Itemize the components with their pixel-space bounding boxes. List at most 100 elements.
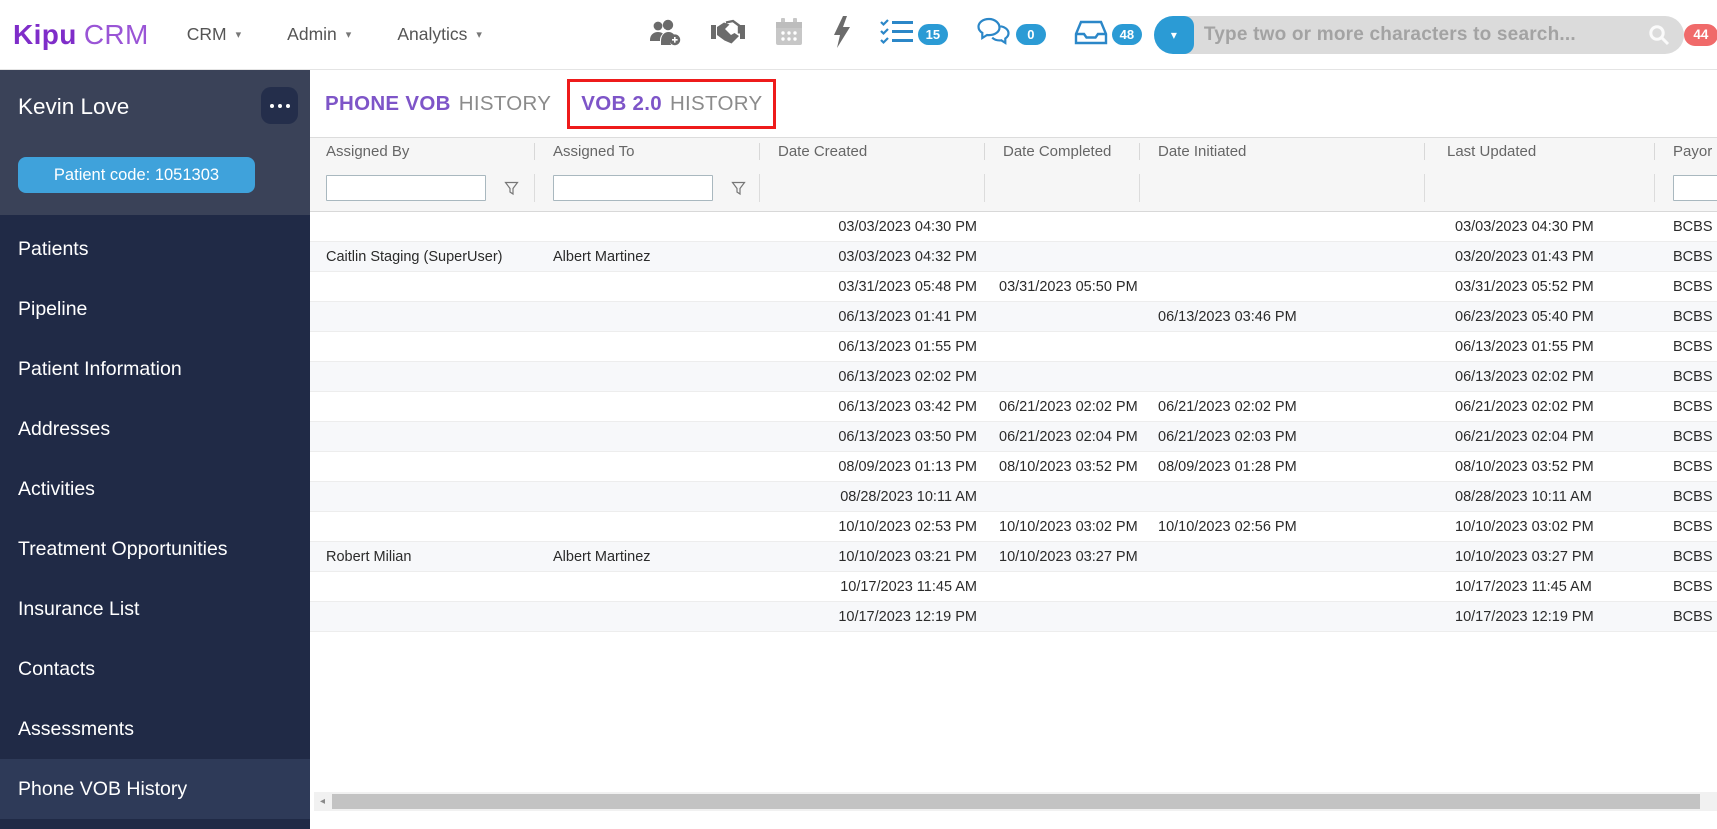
tasks-checklist-icon (880, 18, 914, 51)
topbar-menus: CRM ▾ Admin ▾ Analytics ▾ (187, 24, 528, 45)
table-row[interactable]: 06/13/2023 03:42 PM 06/21/2023 02:02 PM 06… (310, 392, 1717, 422)
filter-cell-payor (1655, 165, 1717, 211)
table-cell: 06/13/2023 03:46 PM (1158, 308, 1297, 325)
topbar-menu-crm[interactable]: CRM ▾ (187, 24, 241, 45)
table-row[interactable]: 08/09/2023 01:13 PM 08/10/2023 03:52 PM 08… (310, 452, 1717, 482)
search-scope-dropdown[interactable]: ▾ (1153, 15, 1194, 54)
search-input[interactable]: Type two or more characters to search... (1161, 15, 1684, 54)
column-header-last-updated[interactable]: Last Updated (1425, 138, 1655, 165)
table-cell: BCBS F (1673, 398, 1717, 415)
column-header-date-initiated[interactable]: Date Initiated (1140, 138, 1425, 165)
calendar-button[interactable] (774, 17, 804, 52)
inbox-button[interactable]: 48 (1074, 18, 1142, 51)
inbox-badge: 48 (1111, 24, 1142, 45)
sidebar-item-activities[interactable]: Activities (0, 459, 310, 519)
lightning-icon (832, 16, 852, 53)
filter-input-payor[interactable] (1673, 175, 1717, 201)
table-row[interactable]: 10/10/2023 02:53 PM 10/10/2023 03:02 PM 10… (310, 512, 1717, 542)
tasks-button[interactable]: 15 (880, 18, 948, 51)
scrollbar-thumb[interactable] (332, 794, 1700, 809)
table-row[interactable]: Robert Milian Albert Martinez 10/10/2023 0… (310, 542, 1717, 572)
sidebar-item-patients[interactable]: Patients (0, 219, 310, 279)
table-cell: 06/21/2023 02:03 PM (1158, 428, 1297, 445)
table-row[interactable]: 06/13/2023 02:02 PM 06/13/2023 02:02 PM BC… (310, 362, 1717, 392)
topbar-menu-admin[interactable]: Admin ▾ (287, 24, 351, 45)
table-cell: 10/10/2023 03:27 PM (1455, 548, 1594, 565)
table-cell: 10/10/2023 03:02 PM (1455, 518, 1594, 535)
filter-cell-assigned-to (535, 165, 760, 211)
table-row[interactable]: 03/31/2023 05:48 PM 03/31/2023 05:50 PM 03… (310, 272, 1717, 302)
table-cell: 10/10/2023 02:53 PM (838, 518, 977, 535)
table-cell: BCBS F (1673, 608, 1717, 625)
table-cell: BCBS F (1673, 428, 1717, 445)
column-header-payor[interactable]: Payor (1655, 138, 1717, 165)
filter-cell-date-initiated (1140, 165, 1425, 211)
table-cell: 08/28/2023 10:11 AM (840, 488, 977, 505)
filter-input-assigned-by[interactable] (326, 175, 486, 201)
sidebar-item-insurance-list[interactable]: Insurance List (0, 579, 310, 639)
app-logo[interactable]: Kipu CRM (13, 19, 149, 51)
horizontal-scrollbar[interactable]: ◂ (314, 792, 1717, 811)
table-cell: Albert Martinez (553, 248, 651, 265)
table-cell: 10/10/2023 03:02 PM (999, 518, 1138, 535)
calendar-icon (774, 17, 804, 52)
scroll-left-arrow-icon[interactable]: ◂ (314, 792, 331, 811)
table-row[interactable]: 08/28/2023 10:11 AM 08/28/2023 10:11 AM BC… (310, 482, 1717, 512)
sidebar-item-contacts[interactable]: Contacts (0, 639, 310, 699)
handshake-button[interactable] (710, 17, 746, 52)
table-cell: 06/23/2023 05:40 PM (1455, 308, 1594, 325)
more-options-button[interactable] (261, 87, 298, 124)
table-row[interactable]: 03/03/2023 04:30 PM 03/03/2023 04:30 PM BC… (310, 212, 1717, 242)
tab-phone-vob[interactable]: PHONE VOB HISTORY (311, 79, 565, 129)
add-contact-icon (648, 17, 682, 52)
table-row[interactable]: 10/17/2023 11:45 AM 10/17/2023 11:45 AM BC… (310, 572, 1717, 602)
sidebar-item-pipeline[interactable]: Pipeline (0, 279, 310, 339)
column-header-date-completed[interactable]: Date Completed (985, 138, 1140, 165)
table-cell: BCBS F (1673, 218, 1717, 235)
table-cell: 10/17/2023 12:19 PM (1455, 608, 1594, 625)
table-cell: 08/10/2023 03:52 PM (999, 458, 1138, 475)
tasks-badge: 15 (917, 24, 948, 45)
column-header-assigned-by[interactable]: Assigned By (310, 138, 535, 165)
table-row[interactable]: 06/13/2023 01:55 PM 06/13/2023 01:55 PM BC… (310, 332, 1717, 362)
topbar-menu-analytics[interactable]: Analytics ▾ (397, 24, 482, 45)
filter-input-assigned-to[interactable] (553, 175, 713, 201)
table-cell: 06/21/2023 02:02 PM (1455, 398, 1594, 415)
alerts-badge[interactable]: 44 (1683, 23, 1717, 46)
table-row[interactable]: 10/17/2023 12:19 PM 10/17/2023 12:19 PM BC… (310, 602, 1717, 632)
table-cell: 10/17/2023 12:19 PM (838, 608, 977, 625)
chevron-down-icon: ▾ (345, 29, 352, 41)
sidebar-item-addresses[interactable]: Addresses (0, 399, 310, 459)
logo-product: CRM (83, 18, 149, 50)
table-cell: 10/17/2023 11:45 AM (840, 578, 977, 595)
table-cell: 03/03/2023 04:30 PM (838, 218, 977, 235)
table-cell: BCBS F (1673, 518, 1717, 535)
filter-funnel-icon[interactable] (504, 181, 519, 196)
table-cell: 03/20/2023 01:43 PM (1455, 248, 1594, 265)
sidebar-item-phone-vob-history[interactable]: Phone VOB History (0, 759, 310, 819)
tab-vob-2-0[interactable]: VOB 2.0 HISTORY (567, 78, 777, 129)
table-row[interactable]: 06/13/2023 01:41 PM 06/13/2023 03:46 PM 06… (310, 302, 1717, 332)
column-header-assigned-to[interactable]: Assigned To (535, 138, 760, 165)
handshake-icon (710, 17, 746, 52)
topbar: Kipu CRM CRM ▾ Admin ▾ Analytics ▾ 15 0 … (0, 0, 1717, 70)
quick-actions-button[interactable] (832, 16, 852, 53)
sidebar-item-assessments[interactable]: Assessments (0, 699, 310, 759)
ellipsis-icon (269, 103, 274, 108)
table-cell: BCBS F (1673, 278, 1717, 295)
sidebar-item-patient-information[interactable]: Patient Information (0, 339, 310, 399)
table-cell: 06/21/2023 02:02 PM (999, 398, 1138, 415)
messages-button[interactable]: 0 (976, 17, 1046, 52)
column-header-date-created[interactable]: Date Created (760, 138, 985, 165)
table-cell: BCBS F (1673, 368, 1717, 385)
tab-strip: PHONE VOB HISTORY VOB 2.0 HISTORY (310, 70, 1717, 137)
filter-cell-assigned-by (310, 165, 535, 211)
table-row[interactable]: Caitlin Staging (SuperUser) Albert Martin… (310, 242, 1717, 272)
add-contact-button[interactable] (648, 17, 682, 52)
sidebar-item-treatment-opportunities[interactable]: Treatment Opportunities (0, 519, 310, 579)
search-icon[interactable] (1648, 24, 1670, 51)
table-row[interactable]: 06/13/2023 03:50 PM 06/21/2023 02:04 PM 06… (310, 422, 1717, 452)
patient-code-button[interactable]: Patient code: 1051303 (18, 157, 255, 193)
filter-funnel-icon[interactable] (731, 181, 746, 196)
grid-header-row: Assigned By Assigned To Date Created Date C… (310, 137, 1717, 165)
